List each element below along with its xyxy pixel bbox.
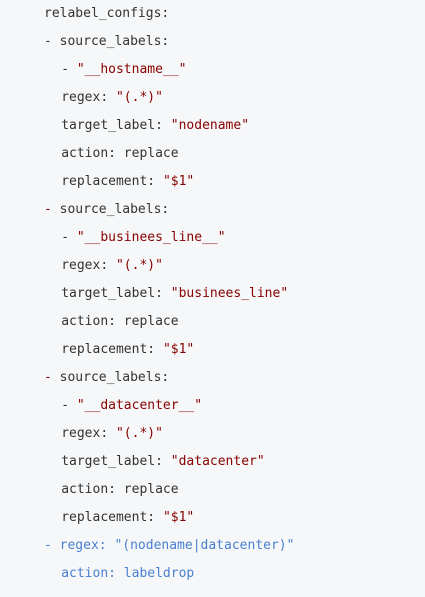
code-line: regex: "(.*)": [61, 84, 163, 112]
yaml-key: target_label:: [61, 286, 171, 301]
code-line: - "__businees_line__": [61, 224, 225, 252]
highlighted-text: - regex: "(nodename|datacenter)": [44, 538, 295, 553]
list-dash: -: [44, 202, 60, 217]
code-line: regex: "(.*)": [61, 252, 163, 280]
code-text: action: replace: [61, 314, 179, 329]
code-line: replacement: "$1": [61, 336, 194, 364]
code-text: action: replace: [61, 482, 179, 497]
yaml-string: "__datacenter__": [76, 398, 203, 413]
yaml-key: source_labels:: [59, 370, 170, 385]
yaml-string: "$1": [162, 510, 195, 525]
yaml-key: source_labels:: [59, 202, 170, 217]
code-line: replacement: "$1": [61, 168, 194, 196]
yaml-key: regex:: [61, 90, 116, 105]
code-line: action: replace: [61, 476, 178, 504]
code-text: action: replace: [61, 146, 179, 161]
code-line: regex: "(.*)": [61, 420, 163, 448]
code-line: target_label: "nodename": [61, 112, 249, 140]
list-dash: -: [44, 34, 60, 49]
yaml-string: "(.*)": [115, 426, 163, 441]
code-line: - regex: "(nodename|datacenter)": [44, 532, 294, 560]
list-dash: -: [61, 230, 77, 245]
highlighted-text: action: labeldrop: [61, 566, 195, 581]
code-line: action: labeldrop: [61, 560, 194, 588]
yaml-string: "$1": [162, 174, 195, 189]
yaml-string: "businees_line": [170, 286, 289, 301]
code-text: relabel_configs:: [44, 6, 170, 21]
yaml-key: target_label:: [61, 118, 171, 133]
list-dash: -: [61, 398, 77, 413]
code-line: relabel_configs:: [44, 0, 169, 28]
code-line: target_label: "businees_line": [61, 280, 288, 308]
code-line: - "__datacenter__": [61, 392, 202, 420]
yaml-string: "nodename": [170, 118, 250, 133]
yaml-string: "__businees_line__": [76, 230, 226, 245]
code-line: - "__hostname__": [61, 56, 186, 84]
list-dash: -: [44, 370, 60, 385]
code-line: action: replace: [61, 308, 178, 336]
yaml-key: regex:: [61, 426, 116, 441]
yaml-string: "(.*)": [115, 90, 163, 105]
yaml-string: "__hostname__": [76, 62, 187, 77]
yaml-key: source_labels:: [59, 34, 170, 49]
code-line: - source_labels:: [44, 196, 169, 224]
code-line: action: replace: [61, 140, 178, 168]
yaml-key: replacement:: [61, 174, 163, 189]
code-line: - source_labels:: [44, 364, 169, 392]
yaml-key: replacement:: [61, 510, 163, 525]
list-dash: -: [61, 62, 77, 77]
code-line: target_label: "datacenter": [61, 448, 265, 476]
yaml-key: replacement:: [61, 342, 163, 357]
code-block: relabel_configs: - source_labels: - "__hos…: [0, 0, 425, 597]
yaml-key: target_label:: [61, 454, 171, 469]
yaml-string: "(.*)": [115, 258, 163, 273]
code-line: replacement: "$1": [61, 504, 194, 532]
yaml-string: "datacenter": [170, 454, 265, 469]
yaml-string: "$1": [162, 342, 195, 357]
code-line: - source_labels:: [44, 28, 169, 56]
yaml-key: regex:: [61, 258, 116, 273]
